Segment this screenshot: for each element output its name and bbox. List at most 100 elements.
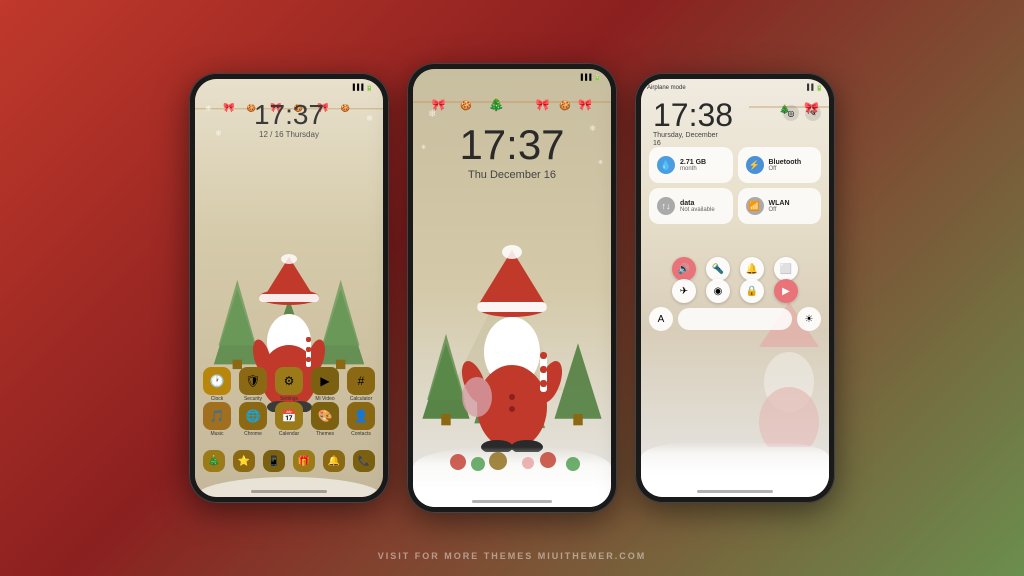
themes-icon: 🎨	[311, 402, 339, 430]
app-misc6[interactable]: 📞	[353, 450, 375, 472]
phone3-wrapper: Airplane mode ▐▐ 🔋 17:38 Thursday, Decem…	[635, 73, 835, 503]
phone1-screen: ▐▐▐ 🔋 17:37 12 / 16 Thursday 🎀 🎀 🎀 🍪 🍪	[195, 79, 383, 497]
phone3-snow-ground	[641, 442, 829, 497]
eye-button[interactable]: ◉	[706, 279, 730, 303]
quick-settings-grid: 💧 2.71 GB month ⚡ Bluetooth Off ↑	[649, 147, 821, 224]
qs-tile-mobile-data[interactable]: ↑↓ data Not available	[649, 188, 733, 224]
phone2: ▐▐▐ 🔋 🎀 🎄 🎀 🎀 🍪 🍪 ❄ ❄ ❄ ❄ 17:37	[407, 63, 617, 513]
camera-action-icon[interactable]: ◎	[783, 105, 799, 121]
mobile-data-sub: Not available	[680, 207, 715, 213]
contacts-icon: 👤	[347, 402, 375, 430]
misc3-icon: 📱	[263, 450, 285, 472]
brightness-row: A ☀	[649, 307, 821, 331]
water-tile-sub: month	[680, 166, 706, 172]
phone3-time-display: 17:38 Thursday, December 16	[653, 99, 733, 147]
brightness-slider[interactable]	[678, 308, 792, 330]
chrome-label: Chrome	[244, 431, 262, 437]
app-misc3[interactable]: 📱	[263, 450, 285, 472]
app-chrome[interactable]: 🌐 Chrome	[239, 402, 267, 437]
edit-action-icon[interactable]: ✎	[805, 105, 821, 121]
notification-button[interactable]: 🔔	[740, 257, 764, 281]
app-calculator[interactable]: # Calculator	[347, 367, 375, 402]
calendar-label: Calendar	[279, 431, 299, 437]
app-calendar[interactable]: 📅 Calendar	[275, 402, 303, 437]
svg-text:🎀: 🎀	[578, 99, 592, 112]
phone1-date: 12 / 16 Thursday	[195, 130, 383, 139]
phone3: Airplane mode ▐▐ 🔋 17:38 Thursday, Decem…	[635, 73, 835, 503]
status3-icons: ▐▐ 🔋	[805, 85, 823, 92]
phone1-wrapper: ▐▐▐ 🔋 17:37 12 / 16 Thursday 🎀 🎀 🎀 🍪 🍪	[189, 73, 389, 503]
signal3-icon: ▐▐	[805, 85, 814, 92]
svg-text:🍪: 🍪	[559, 100, 571, 112]
flashlight-button[interactable]: 🔦	[706, 257, 730, 281]
calculator-icon: #	[347, 367, 375, 395]
settings-icon: ⚙	[275, 367, 303, 395]
phone2-status-bar: ▐▐▐ 🔋	[413, 69, 611, 87]
home-indicator3	[697, 490, 772, 493]
app-settings[interactable]: ⚙ Settings	[275, 367, 303, 402]
phone2-gnome	[452, 242, 572, 452]
app-clock[interactable]: 🕐 Clock	[203, 367, 231, 402]
lock-button[interactable]: 🔒	[740, 279, 764, 303]
app-contacts[interactable]: 👤 Contacts	[347, 402, 375, 437]
chrome-icon: 🌐	[239, 402, 267, 430]
controls-row2: ✈ ◉ 🔒 ▶	[641, 279, 829, 303]
status2-icons: ▐▐▐ 🔋	[579, 75, 601, 82]
brightness-high-icon[interactable]: ☀	[797, 307, 821, 331]
home-indicator	[251, 490, 326, 493]
watermark-text: VISIT FOR MORE THEMES MIUITHEMER.COM	[0, 551, 1024, 561]
wifi-tile-text: WLAN Off	[769, 200, 790, 213]
phone3-status-bar: Airplane mode ▐▐ 🔋	[647, 81, 823, 95]
app-themes[interactable]: 🎨 Themes	[311, 402, 339, 437]
phone3-date2: 16	[653, 140, 733, 147]
wifi-tile-title: WLAN	[769, 200, 790, 207]
phone3-top-actions: ◎ ✎	[783, 105, 821, 121]
signal2-icon: ▐▐▐	[579, 75, 592, 81]
misc1-icon: 🎄	[203, 450, 225, 472]
phone2-screen: ▐▐▐ 🔋 🎀 🎄 🎀 🎀 🍪 🍪 ❄ ❄ ❄ ❄ 17:37	[413, 69, 611, 507]
svg-text:🎀: 🎀	[536, 99, 550, 112]
snowflake-l1: ❄	[428, 109, 436, 120]
battery3-icon: 🔋	[816, 85, 823, 92]
battery2-icon: 🔋	[594, 75, 601, 82]
qs-tile-data[interactable]: 💧 2.71 GB month	[649, 147, 733, 183]
airplane-button[interactable]: ✈	[672, 279, 696, 303]
screen-button[interactable]: ⬜	[774, 257, 798, 281]
sound-button[interactable]: 🔊	[672, 257, 696, 281]
clock-icon: 🕐	[203, 367, 231, 395]
app-misc4[interactable]: 🎁	[293, 450, 315, 472]
svg-text:🎄: 🎄	[488, 97, 504, 112]
phone1-status-bar: ▐▐▐ 🔋	[195, 79, 383, 97]
phone3-clock: 17:38	[653, 99, 733, 131]
ornaments	[443, 442, 593, 472]
mobile-data-tile-text: data Not available	[680, 200, 715, 213]
bluetooth-tile-text: Bluetooth Off	[769, 159, 802, 172]
misc5-icon: 🔔	[323, 450, 345, 472]
water-tile-title: 2.71 GB	[680, 159, 706, 166]
phone2-clock: 17:37	[413, 124, 611, 166]
mobile-data-title: data	[680, 200, 715, 207]
phone3-screen: Airplane mode ▐▐ 🔋 17:38 Thursday, Decem…	[641, 79, 829, 497]
water-tile-icon: 💧	[657, 156, 675, 174]
app-misc5[interactable]: 🔔	[323, 450, 345, 472]
music-icon: 🎵	[203, 402, 231, 430]
nav-button[interactable]: ▶	[774, 279, 798, 303]
calendar-icon: 📅	[275, 402, 303, 430]
battery-icon: 🔋	[366, 85, 373, 92]
brightness-low-icon[interactable]: A	[649, 307, 673, 331]
phone1-time-display: 17:37 12 / 16 Thursday	[195, 101, 383, 139]
app-misc1[interactable]: 🎄	[203, 450, 225, 472]
bluetooth-tile-sub: Off	[769, 166, 802, 172]
qs-tile-wlan[interactable]: 📶 WLAN Off	[738, 188, 822, 224]
app-security[interactable]: 🛡 Security	[239, 367, 267, 402]
qs-tile-bluetooth[interactable]: ⚡ Bluetooth Off	[738, 147, 822, 183]
app-misc2[interactable]: ⭐	[233, 450, 255, 472]
security-icon: 🛡	[239, 367, 267, 395]
home-indicator2	[472, 500, 551, 503]
phone1-clock: 17:37	[195, 101, 383, 129]
music-label: Music	[210, 431, 223, 437]
svg-text:🍪: 🍪	[460, 100, 472, 112]
app-music[interactable]: 🎵 Music	[203, 402, 231, 437]
controls-row1: 🔊 🔦 🔔 ⬜	[641, 257, 829, 281]
app-mivideo[interactable]: ▶ Mi Video	[311, 367, 339, 402]
